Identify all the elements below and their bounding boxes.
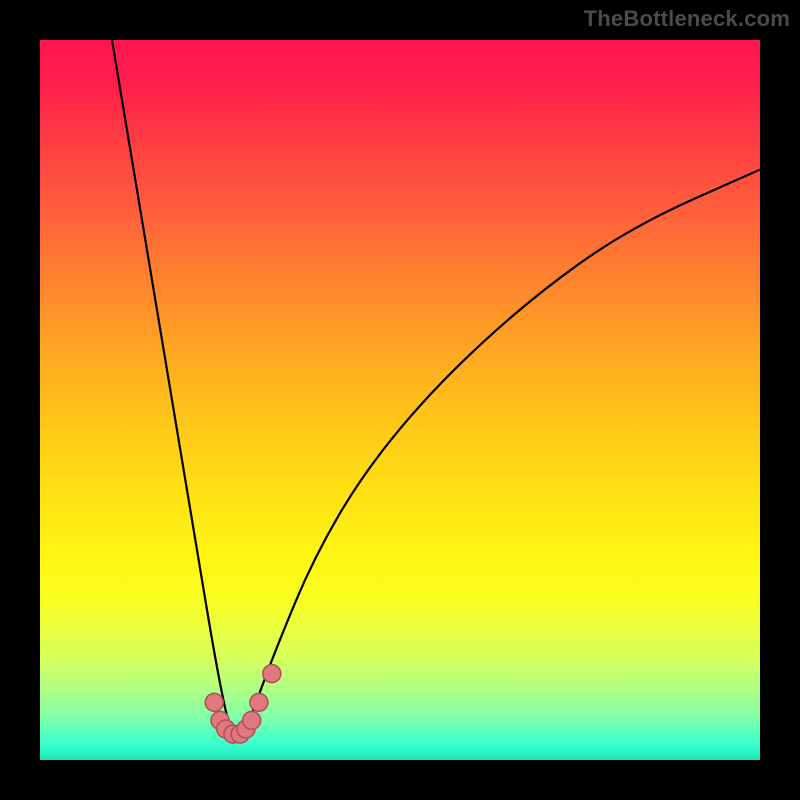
watermark-text: TheBottleneck.com	[584, 6, 790, 32]
marker-point	[263, 665, 281, 683]
chart-container: TheBottleneck.com	[0, 0, 800, 800]
marker-point	[224, 725, 242, 743]
marker-point	[205, 693, 223, 711]
marker-point	[243, 711, 261, 729]
marker-point	[217, 720, 235, 738]
bottleneck-curve	[112, 40, 760, 734]
curve-svg	[40, 40, 760, 760]
marker-point	[231, 725, 249, 743]
marker-point	[237, 720, 255, 738]
highlight-markers	[205, 665, 281, 743]
marker-point	[250, 693, 268, 711]
marker-point	[211, 711, 229, 729]
plot-area	[40, 40, 760, 760]
